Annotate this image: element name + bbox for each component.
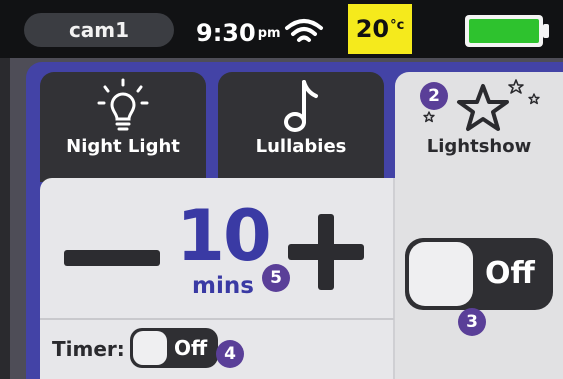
tab-lightshow-label: Lightshow [426,136,532,157]
clock-ampm: pm [257,26,281,41]
tab-lullabies[interactable]: Lullabies [218,72,384,182]
screen-bezel [0,58,10,379]
temperature-display: 20 °c [348,4,412,54]
clock-time: 9:30 [196,19,256,47]
camera-selector[interactable]: cam1 [24,13,174,47]
wifi-icon [285,19,323,42]
music-note-icon [284,80,318,132]
timer-label: Timer: [52,337,125,361]
status-bar: cam1 9:30 pm 20 °c [0,0,563,58]
callout-badge-3: 3 [458,308,486,336]
callout-badge-4: 4 [216,340,244,368]
camera-label: cam1 [68,18,130,42]
lightshow-toggle[interactable]: Off [405,238,553,310]
timer-toggle-state: Off [174,336,208,360]
decrease-button[interactable] [64,250,160,266]
battery-icon [465,15,549,47]
tab-lullabies-label: Lullabies [255,136,347,157]
temperature-unit: °c [390,17,405,33]
lightshow-toggle-state: Off [485,256,535,291]
timer-value: 10 [176,195,271,277]
callout-badge-5: 5 [262,264,290,292]
timer-divider [40,318,394,320]
callout-badge-2: 2 [420,82,448,110]
temperature-value: 20 [355,15,390,43]
lightshow-toggle-knob [409,242,473,306]
increase-button[interactable] [288,214,364,290]
timer-toggle-knob [133,331,167,365]
tab-night-light-label: Night Light [66,136,180,157]
clock: 9:30 pm [196,11,281,47]
timer-toggle[interactable]: Off [130,328,218,368]
tab-night-light[interactable]: Night Light [40,72,206,182]
lightbulb-icon [97,78,149,131]
plus-icon-stem [318,214,334,290]
panel-divider [393,178,395,379]
